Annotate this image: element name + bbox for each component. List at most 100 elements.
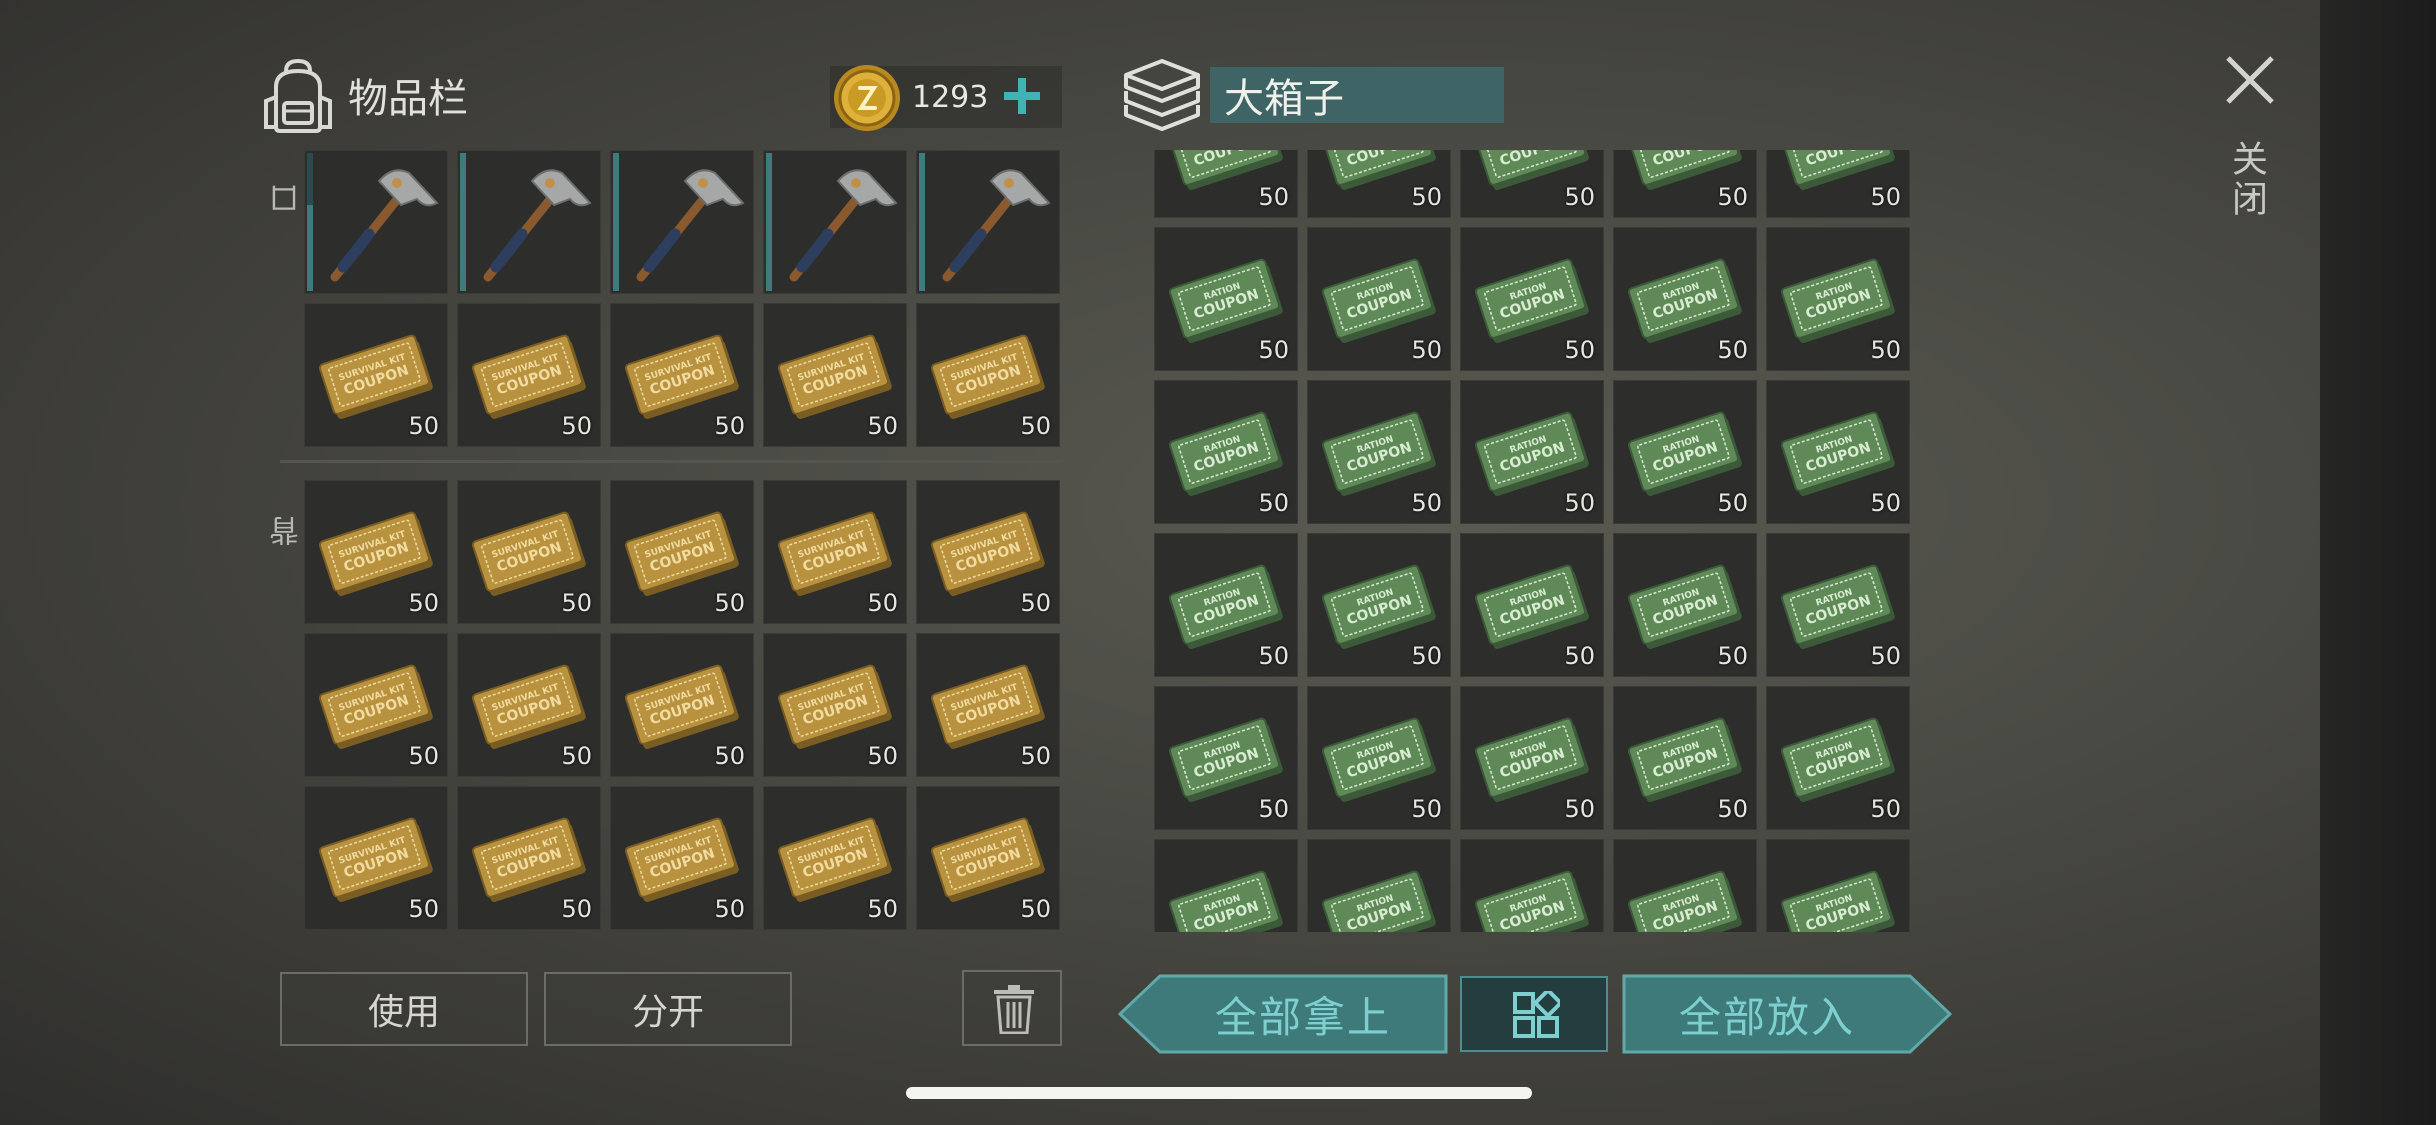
item-slot[interactable]: RATION COUPON 50 [1613, 533, 1757, 677]
item-quantity: 50 [1411, 336, 1442, 364]
item-slot[interactable]: RATION COUPON 50 [1460, 380, 1604, 524]
item-quantity: 50 [1717, 489, 1748, 517]
item-quantity: 50 [561, 742, 592, 770]
item-slot[interactable]: RATION COUPON 50 [1307, 686, 1451, 830]
item-slot[interactable]: RATION COUPON 50 [1460, 150, 1604, 218]
ration-coupon-icon: RATIONCOUPON [1321, 870, 1436, 932]
item-quantity: 50 [561, 895, 592, 923]
item-slot[interactable]: RATION COUPON [1766, 839, 1910, 932]
item-slot[interactable]: SURVIVAL KIT COUPON 50 [916, 786, 1060, 930]
split-button[interactable]: 分开 [544, 972, 792, 1046]
item-slot[interactable]: SURVIVAL KIT COUPON 50 [457, 633, 601, 777]
item-slot[interactable]: SURVIVAL KIT COUPON 50 [916, 633, 1060, 777]
take-all-label: 全部拿上 [1214, 992, 1391, 1042]
item-slot[interactable]: SURVIVAL KIT COUPON 50 [457, 786, 601, 930]
item-slot[interactable]: RATION COUPON 50 [1613, 686, 1757, 830]
item-quantity: 50 [867, 589, 898, 617]
item-quantity: 50 [714, 412, 745, 440]
item-quantity: 50 [1870, 183, 1901, 211]
item-quantity: 50 [1020, 895, 1051, 923]
item-slot[interactable] [763, 150, 907, 294]
close-icon[interactable] [2222, 52, 2278, 108]
take-all-button[interactable]: 全部拿上 [1118, 974, 1448, 1054]
item-slot[interactable]: SURVIVAL KIT COUPON 50 [304, 633, 448, 777]
item-slot[interactable]: SURVIVAL KIT COUPON 50 [457, 480, 601, 624]
item-quantity: 50 [867, 412, 898, 440]
item-slot[interactable]: RATION COUPON [1154, 839, 1298, 932]
item-slot[interactable]: SURVIVAL KIT COUPON 50 [763, 303, 907, 447]
item-slot[interactable]: RATION COUPON 50 [1154, 533, 1298, 677]
close-label[interactable]: 关闭 [2226, 140, 2272, 220]
item-slot[interactable]: RATION COUPON 50 [1460, 686, 1604, 830]
item-slot[interactable]: RATION COUPON 50 [1307, 380, 1451, 524]
item-slot[interactable]: SURVIVAL KIT COUPON 50 [763, 480, 907, 624]
home-indicator[interactable] [906, 1087, 1532, 1099]
item-quantity: 50 [1564, 183, 1595, 211]
item-quantity: 50 [408, 742, 439, 770]
item-quantity: 50 [1717, 795, 1748, 823]
add-coins-plus-icon[interactable] [996, 70, 1048, 122]
item-slot[interactable]: SURVIVAL KIT COUPON 50 [610, 786, 754, 930]
item-quantity: 50 [1258, 336, 1289, 364]
item-slot[interactable]: SURVIVAL KIT COUPON 50 [763, 786, 907, 930]
pickaxe-icon [789, 169, 898, 282]
item-slot[interactable] [304, 150, 448, 294]
item-slot[interactable] [610, 150, 754, 294]
item-slot[interactable]: RATION COUPON 50 [1307, 533, 1451, 677]
item-quantity: 50 [1717, 183, 1748, 211]
inventory-title: 物品栏 [348, 76, 468, 122]
item-slot[interactable]: RATION COUPON 50 [1460, 227, 1604, 371]
item-slot[interactable]: SURVIVAL KIT COUPON 50 [763, 633, 907, 777]
item-quantity: 50 [1870, 642, 1901, 670]
item-slot[interactable]: RATION COUPON 50 [1613, 227, 1757, 371]
item-slot[interactable]: RATION COUPON 50 [1154, 227, 1298, 371]
item-slot[interactable]: RATION COUPON 50 [1766, 533, 1910, 677]
item-slot[interactable]: RATION COUPON [1307, 839, 1451, 932]
item-quantity: 50 [1258, 642, 1289, 670]
item-slot[interactable]: RATION COUPON 50 [1460, 533, 1604, 677]
item-quantity: 50 [1020, 589, 1051, 617]
item-slot[interactable]: RATION COUPON 50 [1766, 150, 1910, 218]
item-slot[interactable]: RATION COUPON [1613, 839, 1757, 932]
item-slot[interactable]: RATION COUPON 50 [1766, 227, 1910, 371]
item-quantity: 50 [1258, 183, 1289, 211]
item-slot[interactable]: SURVIVAL KIT COUPON 50 [610, 480, 754, 624]
item-slot[interactable]: RATION COUPON [1460, 839, 1604, 932]
item-slot[interactable]: SURVIVAL KIT COUPON 50 [916, 480, 1060, 624]
item-slot[interactable]: SURVIVAL KIT COUPON 50 [304, 786, 448, 930]
item-slot[interactable]: RATION COUPON 50 [1154, 150, 1298, 218]
item-slot[interactable]: RATION COUPON 50 [1766, 686, 1910, 830]
item-slot[interactable]: SURVIVAL KIT COUPON 50 [610, 633, 754, 777]
backpack-icon [264, 58, 332, 133]
item-slot[interactable]: RATION COUPON 50 [1307, 227, 1451, 371]
item-slot[interactable] [457, 150, 601, 294]
item-slot[interactable]: RATION COUPON 50 [1154, 380, 1298, 524]
right-edge-shade [2320, 0, 2436, 1125]
item-quantity: 50 [1258, 795, 1289, 823]
use-button[interactable]: 使用 [280, 972, 528, 1046]
item-slot[interactable]: RATION COUPON 50 [1307, 150, 1451, 218]
item-slot[interactable]: SURVIVAL KIT COUPON 50 [304, 480, 448, 624]
item-slot[interactable] [916, 150, 1060, 294]
item-slot[interactable]: RATION COUPON 50 [1613, 150, 1757, 218]
item-quantity: 50 [1717, 336, 1748, 364]
item-slot[interactable]: SURVIVAL KIT COUPON 50 [916, 303, 1060, 447]
item-quantity: 50 [1717, 642, 1748, 670]
pocket-backpack-divider [280, 460, 1062, 463]
item-quantity: 50 [1870, 795, 1901, 823]
item-slot[interactable]: RATION COUPON 50 [1613, 380, 1757, 524]
item-quantity: 50 [1411, 642, 1442, 670]
item-slot[interactable]: SURVIVAL KIT COUPON 50 [457, 303, 601, 447]
chest-scroll-area[interactable]: RATION COUPON 50 RATION COUPON 50 RATION COUPON… [1154, 150, 1914, 932]
put-all-button[interactable]: 全部放入 [1622, 974, 1952, 1054]
grid-layout-toggle[interactable] [1460, 976, 1608, 1052]
chest-grid: RATION COUPON 50 RATION COUPON 50 RATION COUPON… [1154, 150, 1910, 932]
item-quantity: 50 [714, 895, 745, 923]
item-quantity: 50 [1258, 489, 1289, 517]
trash-button[interactable] [962, 970, 1062, 1046]
item-slot[interactable]: RATION COUPON 50 [1154, 686, 1298, 830]
item-slot[interactable]: SURVIVAL KIT COUPON 50 [610, 303, 754, 447]
item-slot[interactable]: RATION COUPON 50 [1766, 380, 1910, 524]
item-slot[interactable]: SURVIVAL KIT COUPON 50 [304, 303, 448, 447]
item-quantity: 50 [1411, 795, 1442, 823]
